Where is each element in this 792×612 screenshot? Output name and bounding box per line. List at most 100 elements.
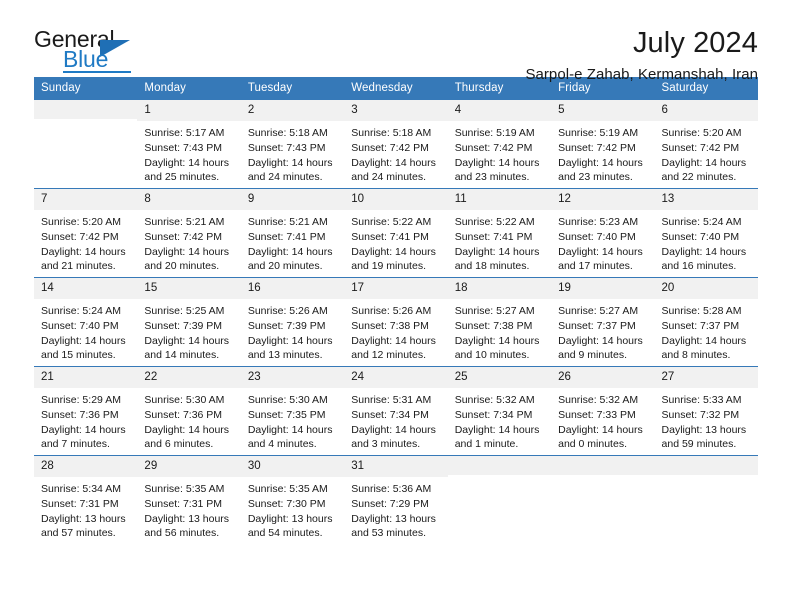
day-cell[interactable]: 1 Sunrise: 5:17 AM Sunset: 7:43 PM Dayli… (137, 100, 241, 189)
daylight-text-line1: Daylight: 14 hours (41, 334, 126, 347)
daylight-text-line2: and 18 minutes. (454, 260, 530, 273)
daylight-text-line1: Daylight: 14 hours (558, 245, 643, 258)
daylight-text-line1: Daylight: 14 hours (454, 156, 540, 169)
sunrise-text: Sunrise: 5:30 AM (247, 394, 328, 407)
sunset-text: Sunset: 7:35 PM (247, 408, 326, 421)
sunrise-text: Sunrise: 5:27 AM (454, 305, 535, 318)
daylight-text-line1: Daylight: 14 hours (661, 156, 747, 169)
day-cell[interactable]: 3 Sunrise: 5:18 AM Sunset: 7:42 PM Dayli… (344, 100, 448, 189)
day-cell[interactable]: 15 Sunrise: 5:25 AM Sunset: 7:39 PM Dayl… (137, 277, 241, 367)
sunrise-text: Sunrise: 5:22 AM (351, 216, 432, 229)
day-number: 29 (137, 456, 241, 478)
day-cell[interactable]: 25 Sunrise: 5:32 AM Sunset: 7:34 PM Dayl… (447, 366, 552, 456)
daylight-text-line2: and 20 minutes. (144, 260, 220, 273)
day-number: 28 (34, 456, 138, 478)
sunset-text: Sunset: 7:31 PM (41, 497, 119, 510)
day-cell[interactable]: 14 Sunrise: 5:24 AM Sunset: 7:40 PM Dayl… (34, 277, 138, 367)
day-details: Sunrise: 5:21 AM Sunset: 7:41 PM Dayligh… (241, 210, 344, 273)
sunset-text: Sunset: 7:33 PM (558, 408, 636, 421)
sunrise-text: Sunrise: 5:22 AM (454, 216, 535, 229)
day-number: 17 (344, 278, 448, 300)
day-details: Sunrise: 5:34 AM Sunset: 7:31 PM Dayligh… (34, 477, 137, 540)
daylight-text-line2: and 21 minutes. (41, 260, 116, 273)
day-cell[interactable]: 5 Sunrise: 5:19 AM Sunset: 7:42 PM Dayli… (551, 100, 655, 189)
day-cell[interactable]: 19 Sunrise: 5:27 AM Sunset: 7:37 PM Dayl… (551, 277, 655, 367)
day-cell[interactable]: 2 Sunrise: 5:18 AM Sunset: 7:43 PM Dayli… (240, 100, 345, 189)
logo-underline (63, 71, 131, 73)
day-cell[interactable]: 8 Sunrise: 5:21 AM Sunset: 7:42 PM Dayli… (137, 188, 241, 278)
daylight-text-line1: Daylight: 14 hours (247, 245, 333, 258)
day-number: 24 (344, 367, 448, 389)
day-cell[interactable]: 17 Sunrise: 5:26 AM Sunset: 7:38 PM Dayl… (344, 277, 448, 367)
day-number (654, 456, 758, 475)
day-cell[interactable]: 21 Sunrise: 5:29 AM Sunset: 7:36 PM Dayl… (34, 366, 138, 456)
day-cell[interactable]: 9 Sunrise: 5:21 AM Sunset: 7:41 PM Dayli… (240, 188, 345, 278)
day-cell[interactable]: 28 Sunrise: 5:34 AM Sunset: 7:31 PM Dayl… (34, 455, 138, 544)
day-cell[interactable]: 4 Sunrise: 5:19 AM Sunset: 7:42 PM Dayli… (447, 100, 552, 189)
daylight-text-line1: Daylight: 13 hours (144, 512, 230, 525)
day-cell[interactable]: 13 Sunrise: 5:24 AM Sunset: 7:40 PM Dayl… (654, 188, 758, 278)
daylight-text-line1: Daylight: 14 hours (454, 245, 540, 258)
sunset-text: Sunset: 7:38 PM (351, 319, 429, 332)
day-cell[interactable]: 26 Sunrise: 5:32 AM Sunset: 7:33 PM Dayl… (551, 366, 655, 456)
day-cell[interactable]: 29 Sunrise: 5:35 AM Sunset: 7:31 PM Dayl… (137, 455, 241, 544)
day-number: 19 (551, 278, 655, 300)
day-cell[interactable]: 31 Sunrise: 5:36 AM Sunset: 7:29 PM Dayl… (344, 455, 448, 544)
day-details: Sunrise: 5:20 AM Sunset: 7:42 PM Dayligh… (655, 121, 758, 184)
day-details: Sunrise: 5:36 AM Sunset: 7:29 PM Dayligh… (344, 477, 447, 540)
day-cell[interactable]: 23 Sunrise: 5:30 AM Sunset: 7:35 PM Dayl… (240, 366, 345, 456)
day-number: 9 (240, 189, 345, 211)
day-number: 12 (551, 189, 655, 211)
daylight-text-line2: and 12 minutes. (351, 349, 426, 362)
sunrise-text: Sunrise: 5:20 AM (661, 127, 742, 140)
day-cell[interactable]: 11 Sunrise: 5:22 AM Sunset: 7:41 PM Dayl… (447, 188, 552, 278)
day-number (34, 100, 138, 119)
daylight-text-line1: Daylight: 13 hours (41, 512, 126, 525)
day-details: Sunrise: 5:28 AM Sunset: 7:37 PM Dayligh… (655, 299, 758, 362)
sunset-text: Sunset: 7:32 PM (661, 408, 740, 421)
daylight-text-line1: Daylight: 14 hours (144, 334, 230, 347)
sunset-text: Sunset: 7:31 PM (144, 497, 223, 510)
day-details: Sunrise: 5:30 AM Sunset: 7:36 PM Dayligh… (137, 388, 240, 451)
sunrise-text: Sunrise: 5:36 AM (351, 483, 432, 496)
day-details: Sunrise: 5:22 AM Sunset: 7:41 PM Dayligh… (344, 210, 447, 273)
day-cell[interactable]: 30 Sunrise: 5:35 AM Sunset: 7:30 PM Dayl… (240, 455, 345, 544)
day-number: 21 (34, 367, 138, 389)
day-number: 26 (551, 367, 655, 389)
day-cell[interactable]: 22 Sunrise: 5:30 AM Sunset: 7:36 PM Dayl… (137, 366, 241, 456)
day-cell[interactable]: 10 Sunrise: 5:22 AM Sunset: 7:41 PM Dayl… (344, 188, 448, 278)
day-cell[interactable]: 24 Sunrise: 5:31 AM Sunset: 7:34 PM Dayl… (344, 366, 448, 456)
sunrise-text: Sunrise: 5:30 AM (144, 394, 225, 407)
sunset-text: Sunset: 7:40 PM (661, 230, 740, 243)
day-cell[interactable]: 12 Sunrise: 5:23 AM Sunset: 7:40 PM Dayl… (551, 188, 655, 278)
daylight-text-line2: and 19 minutes. (351, 260, 426, 273)
calendar-page: General Blue July 2024 Sarpol-e Zahab, K… (0, 0, 792, 612)
day-cell[interactable]: 16 Sunrise: 5:26 AM Sunset: 7:39 PM Dayl… (240, 277, 345, 367)
sunset-text: Sunset: 7:41 PM (454, 230, 533, 243)
daylight-text-line1: Daylight: 14 hours (661, 334, 747, 347)
day-number: 25 (447, 367, 552, 389)
sunset-text: Sunset: 7:36 PM (41, 408, 119, 421)
daylight-text-line2: and 16 minutes. (661, 260, 737, 273)
day-number: 11 (447, 189, 552, 211)
daylight-text-line1: Daylight: 14 hours (247, 423, 333, 436)
day-cell[interactable]: 18 Sunrise: 5:27 AM Sunset: 7:38 PM Dayl… (447, 277, 552, 367)
daylight-text-line1: Daylight: 14 hours (41, 423, 126, 436)
general-blue-logo[interactable]: General Blue (34, 28, 164, 76)
day-cell[interactable]: 27 Sunrise: 5:33 AM Sunset: 7:32 PM Dayl… (654, 366, 758, 456)
day-number: 23 (240, 367, 345, 389)
daylight-text-line2: and 17 minutes. (558, 260, 633, 273)
day-cell[interactable]: 6 Sunrise: 5:20 AM Sunset: 7:42 PM Dayli… (654, 100, 758, 189)
day-number: 27 (654, 367, 758, 389)
sunrise-text: Sunrise: 5:32 AM (558, 394, 639, 407)
daylight-text-line1: Daylight: 14 hours (454, 334, 540, 347)
daylight-text-line1: Daylight: 14 hours (144, 423, 230, 436)
sunset-text: Sunset: 7:37 PM (558, 319, 636, 332)
sunrise-text: Sunrise: 5:18 AM (351, 127, 432, 140)
day-cell[interactable]: 7 Sunrise: 5:20 AM Sunset: 7:42 PM Dayli… (34, 188, 138, 278)
daylight-text-line2: and 4 minutes. (247, 438, 317, 451)
sunset-text: Sunset: 7:39 PM (144, 319, 223, 332)
sunset-text: Sunset: 7:41 PM (247, 230, 326, 243)
daylight-text-line1: Daylight: 14 hours (351, 156, 436, 169)
day-cell[interactable]: 20 Sunrise: 5:28 AM Sunset: 7:37 PM Dayl… (654, 277, 758, 367)
